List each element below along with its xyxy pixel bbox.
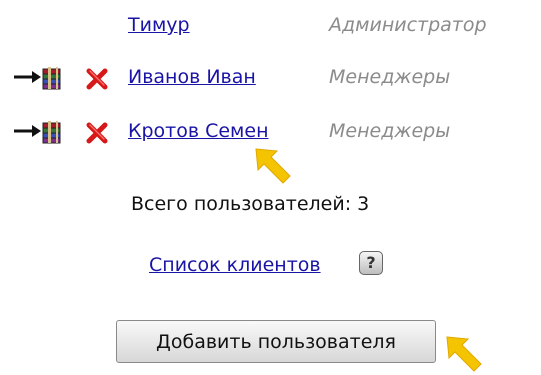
archive-icon[interactable] — [12, 119, 74, 145]
user-row-ivanov: Иванов Иван Менеджеры — [0, 61, 541, 95]
help-icon[interactable]: ? — [359, 251, 383, 275]
user-link-ivanov[interactable]: Иванов Иван — [128, 65, 256, 89]
yellow-arrow-pointer-icon — [255, 148, 291, 184]
user-row-timur: Тимур Администратор — [0, 9, 541, 43]
add-user-button[interactable]: Добавить пользователя — [116, 320, 436, 363]
user-row-krotov: Кротов Семен Менеджеры — [0, 115, 541, 149]
user-actions-krotov — [12, 119, 112, 145]
user-role-krotov: Менеджеры — [329, 120, 451, 142]
delete-icon[interactable] — [84, 120, 110, 146]
user-actions-ivanov — [12, 65, 112, 91]
clients-list-link[interactable]: Список клиентов — [149, 253, 321, 277]
archive-icon[interactable] — [12, 65, 74, 91]
user-link-timur[interactable]: Тимур — [128, 13, 190, 37]
delete-icon[interactable] — [84, 66, 110, 92]
user-link-krotov[interactable]: Кротов Семен — [128, 119, 269, 143]
total-users-text: Всего пользователей: 3 — [131, 193, 370, 215]
user-role-timur: Администратор — [329, 14, 487, 36]
user-role-ivanov: Менеджеры — [329, 66, 451, 88]
